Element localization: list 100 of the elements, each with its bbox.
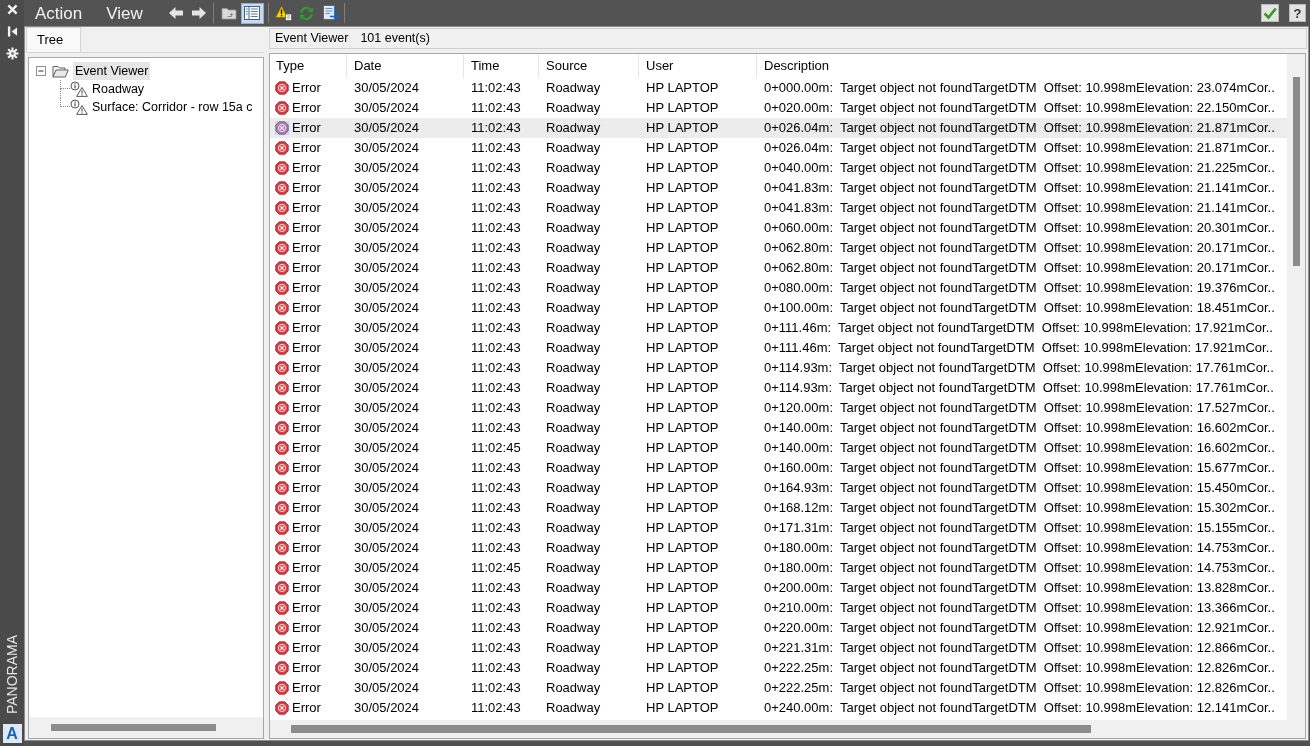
table-cell-text: 11:02:43 [470,679,522,698]
table-cell-text: 30/05/2024 [353,519,421,538]
folder-button[interactable] [220,6,237,20]
table-cell-text: HP LAPTOP [645,139,720,158]
table-cell-text: Roadway [545,639,602,658]
column-header[interactable]: Description [757,54,1287,78]
back-button[interactable] [167,6,184,20]
table-cell-text: 30/05/2024 [353,499,421,518]
table-cell-text: 0+120.00m: Target object not foundTargetDTM Offset: 10.998mElevation: 17.527mCor.. [763,399,1276,418]
table-cell-text: Error [292,339,321,358]
error-icon [275,281,289,295]
error-icon [275,401,289,415]
table-cell-text: 0+160.00m: Target object not foundTargetDTM Offset: 10.998mElevation: 15.677mCor.. [763,459,1276,478]
error-icon [275,461,289,475]
table-cell-text: Roadway [545,79,602,98]
table-cell-text: 11:02:43 [470,119,522,138]
table-row[interactable]: Error 30/05/2024 11:02:43 Roadway HP LAPTOP 0+026.04m: Target object not foundTargetDTM Offset: 10.998mElevation: 21.871mCor.. [270,118,1287,138]
table-cell-text: 0+111.46m: Target object not foundTargetDTM Offset: 10.998mElevation: 17.921mCor.. [763,339,1274,358]
export-button[interactable] [322,5,340,21]
error-icon [275,261,289,275]
table-cell-text: 11:02:43 [470,619,522,638]
error-icon [275,381,289,395]
table-cell-text: 0+026.04m: Target object not foundTargetDTM Offset: 10.998mElevation: 21.871mCor.. [763,119,1276,138]
table-cell-text: HP LAPTOP [645,419,720,438]
table-cell-text: Roadway [545,399,602,418]
table-cell-text: Roadway [545,439,602,458]
document-arrow-icon [322,5,340,21]
scroll-thumb[interactable] [1292,77,1300,266]
table-cell-text: 11:02:43 [470,519,522,538]
table-cell-text: Roadway [545,299,602,318]
table-cell-text: 30/05/2024 [353,659,421,678]
tab[interactable]: Tree [26,27,81,52]
table-cell-text: 30/05/2024 [353,619,421,638]
table-cell-text: 11:02:43 [470,299,522,318]
table-cell-text: Error [292,579,321,598]
close-icon [6,3,18,15]
menu-item[interactable]: View [106,4,143,22]
table-cell-text: 11:02:43 [470,279,522,298]
table-cell-text: 0+164.93m: Target object not foundTargetDTM Offset: 10.998mElevation: 15.450mCor.. [763,479,1276,498]
menu-item[interactable]: Action [35,4,83,22]
horizontal-scrollbar[interactable] [29,717,263,738]
error-icon [275,141,289,155]
table-cell-text: 0+062.80m: Target object not foundTargetDTM Offset: 10.998mElevation: 20.171mCor.. [763,239,1276,258]
forward-button[interactable] [190,6,207,20]
table-cell-text: 30/05/2024 [353,339,421,358]
collapse-toggle[interactable] [36,66,46,76]
table-cell-text: Roadway [545,359,602,378]
table-cell-text: HP LAPTOP [645,699,720,718]
warning-filter-button[interactable] [274,5,292,21]
table-cell-text: 0+180.00m: Target object not foundTargetDTM Offset: 10.998mElevation: 14.753mCor.. [763,539,1276,558]
error-icon [275,541,289,555]
scroll-thumb[interactable] [291,725,1091,733]
close-button[interactable] [5,2,19,16]
help-button[interactable]: ? [1289,4,1306,22]
table-cell-text: HP LAPTOP [645,679,720,698]
table-cell-text: Error [292,239,321,258]
table-cell-text: HP LAPTOP [645,579,720,598]
table-cell-text: Roadway [545,659,602,678]
horizontal-scrollbar[interactable] [270,720,1305,738]
table-cell-text: Roadway [545,579,602,598]
table-cell-text: Error [292,379,321,398]
table-cell-text: 30/05/2024 [353,399,421,418]
table-cell-text: 11:02:43 [470,639,522,658]
error-icon [275,341,289,355]
table-cell-text: 11:02:43 [470,539,522,558]
table-cell-text: HP LAPTOP [645,519,720,538]
table-cell-text: 0+168.12m: Target object not foundTargetDTM Offset: 10.998mElevation: 15.302mCor.. [763,499,1276,518]
folder-icon [52,64,69,78]
table-cell-text: 11:02:43 [470,159,522,178]
table-cell-text: 0+222.25m: Target object not foundTargetDTM Offset: 10.998mElevation: 12.826mCor.. [763,659,1276,678]
table-cell-text: Roadway [545,159,602,178]
warning-icon [274,5,292,21]
table-cell-text: Roadway [545,619,602,638]
table-cell-text: Error [292,119,321,138]
table-cell-text: HP LAPTOP [645,199,720,218]
table-cell-text: 0+041.83m: Target object not foundTargetDTM Offset: 10.998mElevation: 21.141mCor.. [763,179,1276,198]
table-cell-text: Roadway [545,459,602,478]
settings-button[interactable] [5,46,19,60]
error-icon [275,601,289,615]
table-cell-text: 0+200.00m: Target object not foundTargetDTM Offset: 10.998mElevation: 13.828mCor.. [763,579,1276,598]
table-cell-text: 0+220.00m: Target object not foundTargetDTM Offset: 10.998mElevation: 12.921mCor.. [763,619,1276,638]
table-cell-text: 11:02:43 [470,139,522,158]
table-cell-text: 30/05/2024 [353,299,421,318]
table-cell-text: Error [292,499,321,518]
tree-toggle-button[interactable] [240,2,264,24]
vertical-scrollbar[interactable] [1287,54,1305,720]
error-icon [275,161,289,175]
table-cell-text: 0+210.00m: Target object not foundTargetDTM Offset: 10.998mElevation: 13.366mCor.. [763,599,1276,618]
table-cell-text: 0+040.00m: Target object not foundTargetDTM Offset: 10.998mElevation: 21.225mCor.. [763,159,1276,178]
table-cell-text: Roadway [545,679,602,698]
scroll-thumb[interactable] [51,724,216,731]
auto-hide-button[interactable] [5,24,19,38]
table-cell-text: Roadway [545,599,602,618]
apply-button[interactable] [1261,4,1279,22]
checkmark-icon [1263,6,1277,20]
table-cell-text: Roadway [545,219,602,238]
tree-item[interactable]: Event Viewer [73,62,151,80]
table-cell-text: HP LAPTOP [645,439,720,458]
table-cell-text: 0+000.00m: Target object not foundTargetDTM Offset: 10.998mElevation: 23.074mCor.. [763,79,1276,98]
table-cell-text: HP LAPTOP [645,359,720,378]
